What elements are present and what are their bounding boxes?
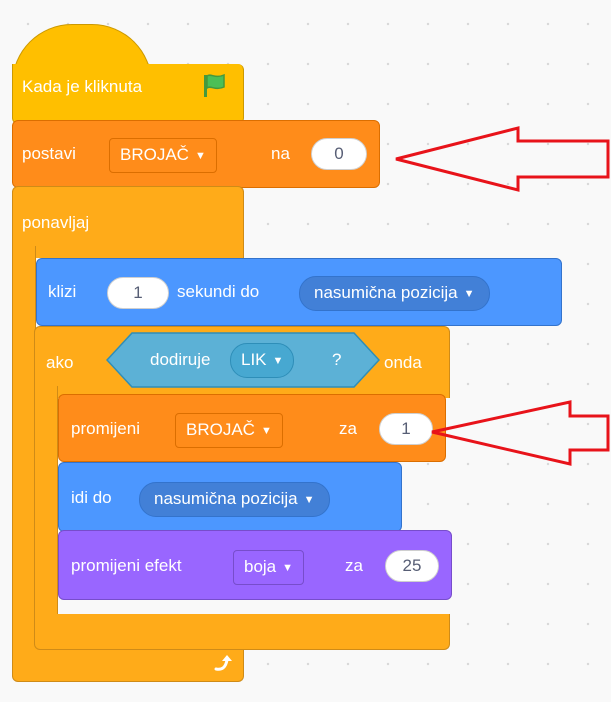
set-label: postavi (22, 144, 76, 163)
glide-target-dropdown[interactable]: nasumična pozicija ▼ (299, 276, 490, 311)
variable-name: BROJAČ (120, 145, 189, 164)
set-connector: na (271, 144, 290, 163)
effect-value: boja (244, 557, 277, 576)
go-to-block[interactable]: idi do nasumična pozicija ▼ (58, 462, 402, 532)
change-variable-dropdown[interactable]: BROJAČ ▼ (175, 413, 283, 448)
chevron-down-icon: ▼ (282, 562, 294, 574)
variable-dropdown[interactable]: BROJAČ ▼ (109, 138, 217, 173)
change-variable-block[interactable]: promijeni BROJAČ ▼ za 1 (58, 394, 446, 462)
change-variable-name: BROJAČ (186, 420, 255, 439)
chevron-down-icon: ▼ (463, 288, 475, 300)
change-effect-label: promijeni efekt (71, 556, 182, 575)
green-flag-icon (202, 73, 226, 99)
go-to-target-value: nasumična pozicija (154, 489, 298, 508)
if-bottom-arm (34, 614, 450, 650)
touching-condition[interactable]: dodiruje LIK ▼ ? (106, 332, 380, 388)
glide-block[interactable]: klizi 1 sekundi do nasumična pozicija ▼ (36, 258, 562, 326)
change-effect-value-input[interactable]: 25 (385, 550, 439, 582)
chevron-down-icon: ▼ (260, 425, 272, 437)
glide-label-2: sekundi do (177, 282, 260, 301)
set-value-input[interactable]: 0 (311, 138, 367, 170)
arrow-to-change-variable (431, 400, 610, 466)
chevron-down-icon: ▼ (194, 150, 206, 162)
when-flag-clicked-block[interactable]: Kada je kliknuta (12, 24, 244, 124)
go-to-label: idi do (71, 488, 112, 507)
change-label: promijeni (71, 419, 140, 438)
forever-label: ponavljaj (22, 213, 90, 232)
glide-label: klizi (48, 282, 77, 301)
change-effect-connector: za (345, 556, 363, 575)
touching-label: dodiruje (150, 350, 211, 369)
loop-arrow-icon (212, 654, 234, 674)
chevron-down-icon: ▼ (272, 355, 284, 367)
arrow-to-set-variable (395, 126, 610, 192)
glide-target-value: nasumična pozicija (314, 283, 458, 302)
change-effect-block[interactable]: promijeni efekt boja ▼ za 25 (58, 530, 452, 600)
hat-label: Kada je kliknuta (22, 77, 143, 96)
effect-dropdown[interactable]: boja ▼ (233, 550, 305, 585)
touching-object-value: LIK (241, 350, 267, 369)
chevron-down-icon: ▼ (303, 494, 315, 506)
glide-seconds-input[interactable]: 1 (107, 277, 169, 309)
change-value-input[interactable]: 1 (379, 413, 433, 445)
change-connector: za (339, 419, 357, 438)
forever-left-spine (12, 246, 36, 646)
touching-question: ? (332, 350, 342, 369)
touching-object-dropdown[interactable]: LIK ▼ (230, 343, 295, 378)
go-to-target-dropdown[interactable]: nasumična pozicija ▼ (139, 482, 330, 517)
if-left-spine (34, 386, 58, 626)
if-label: ako (46, 353, 74, 372)
then-label: onda (384, 353, 422, 372)
code-area[interactable]: Kada je kliknuta postavi BROJAČ ▼ na 0 po… (0, 0, 611, 702)
set-variable-block[interactable]: postavi BROJAČ ▼ na 0 (12, 120, 380, 188)
